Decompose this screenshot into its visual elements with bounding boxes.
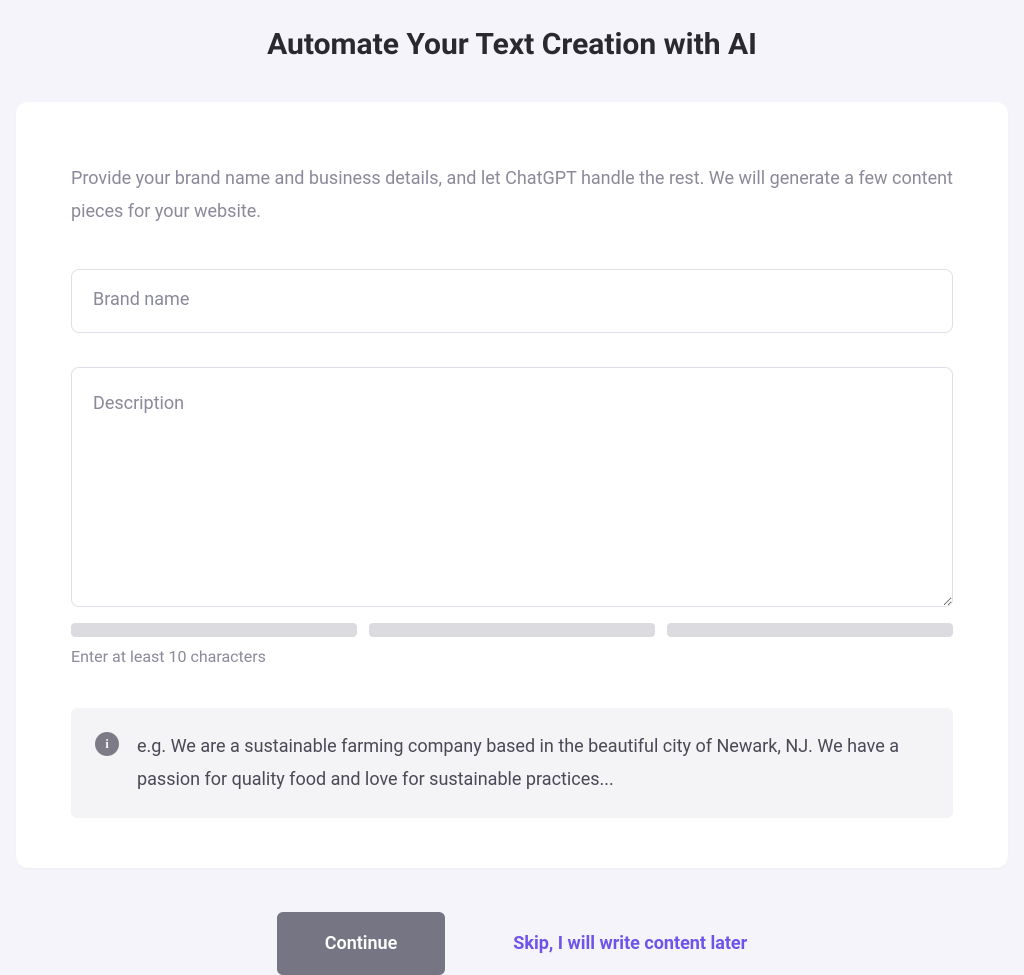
example-hint: i e.g. We are a sustainable farming comp… [71, 708, 953, 819]
brand-name-input[interactable] [71, 269, 953, 333]
continue-button[interactable]: Continue [277, 912, 446, 975]
description-textarea[interactable] [71, 367, 953, 607]
strength-indicator [71, 623, 953, 637]
brand-name-field-wrap: Brand name [71, 269, 953, 333]
form-card: Provide your brand name and business det… [16, 102, 1008, 868]
strength-bar-3 [667, 623, 953, 637]
page-title: Automate Your Text Creation with AI [0, 0, 1024, 102]
helper-text: Enter at least 10 characters [71, 647, 953, 666]
example-hint-text: e.g. We are a sustainable farming compan… [137, 730, 929, 797]
skip-link[interactable]: Skip, I will write content later [513, 933, 747, 954]
intro-text: Provide your brand name and business det… [71, 162, 953, 229]
strength-bar-1 [71, 623, 357, 637]
info-icon: i [95, 732, 119, 756]
description-field-wrap: Description [71, 367, 953, 611]
action-bar: Continue Skip, I will write content late… [0, 868, 1024, 975]
strength-bar-2 [369, 623, 655, 637]
